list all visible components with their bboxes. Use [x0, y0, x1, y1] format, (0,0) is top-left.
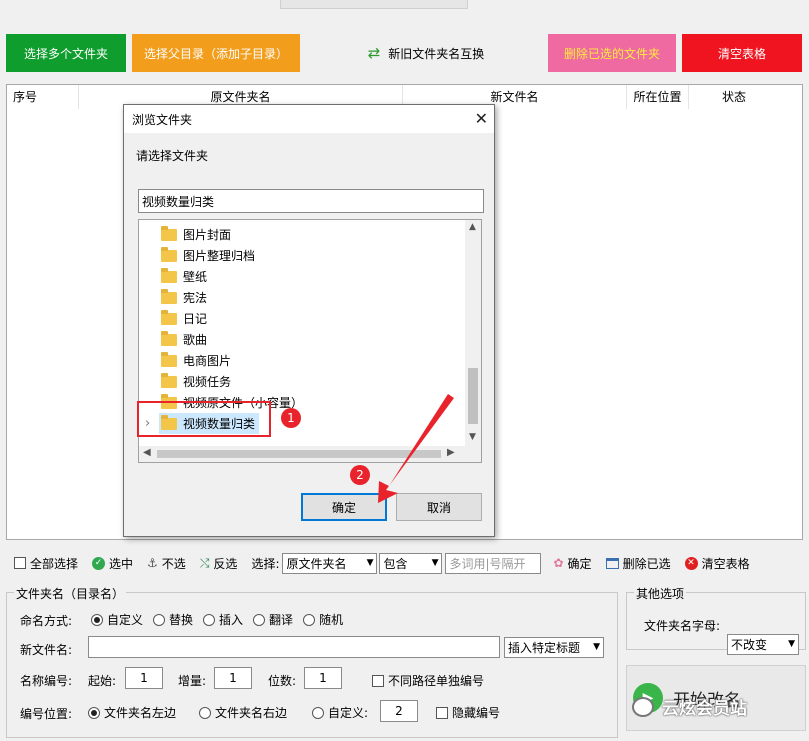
red-arrow	[378, 394, 454, 503]
arrow-overlay	[378, 394, 454, 503]
